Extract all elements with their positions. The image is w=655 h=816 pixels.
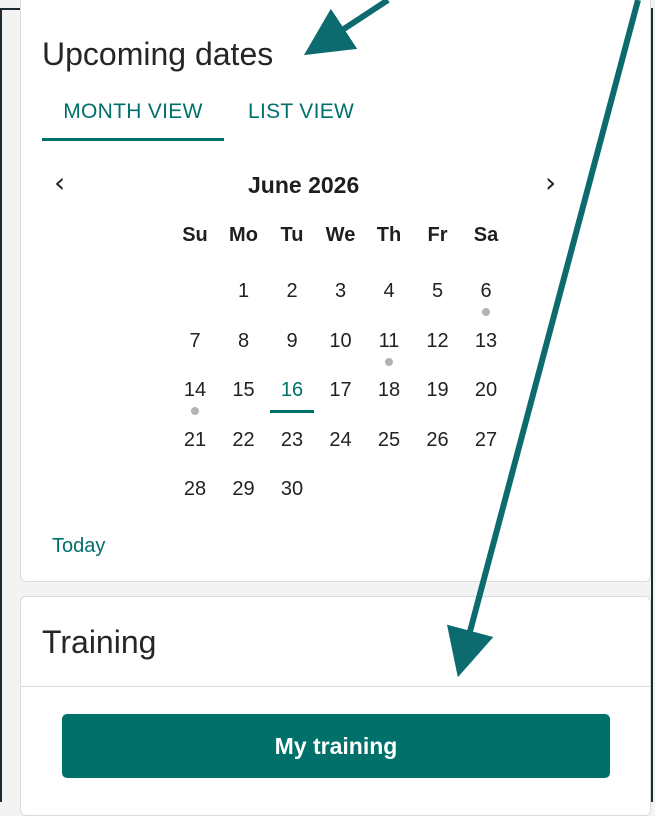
annotation-arrows	[303, 0, 641, 678]
arrow-to-title	[303, 0, 390, 56]
arrow-to-training	[446, 0, 641, 678]
